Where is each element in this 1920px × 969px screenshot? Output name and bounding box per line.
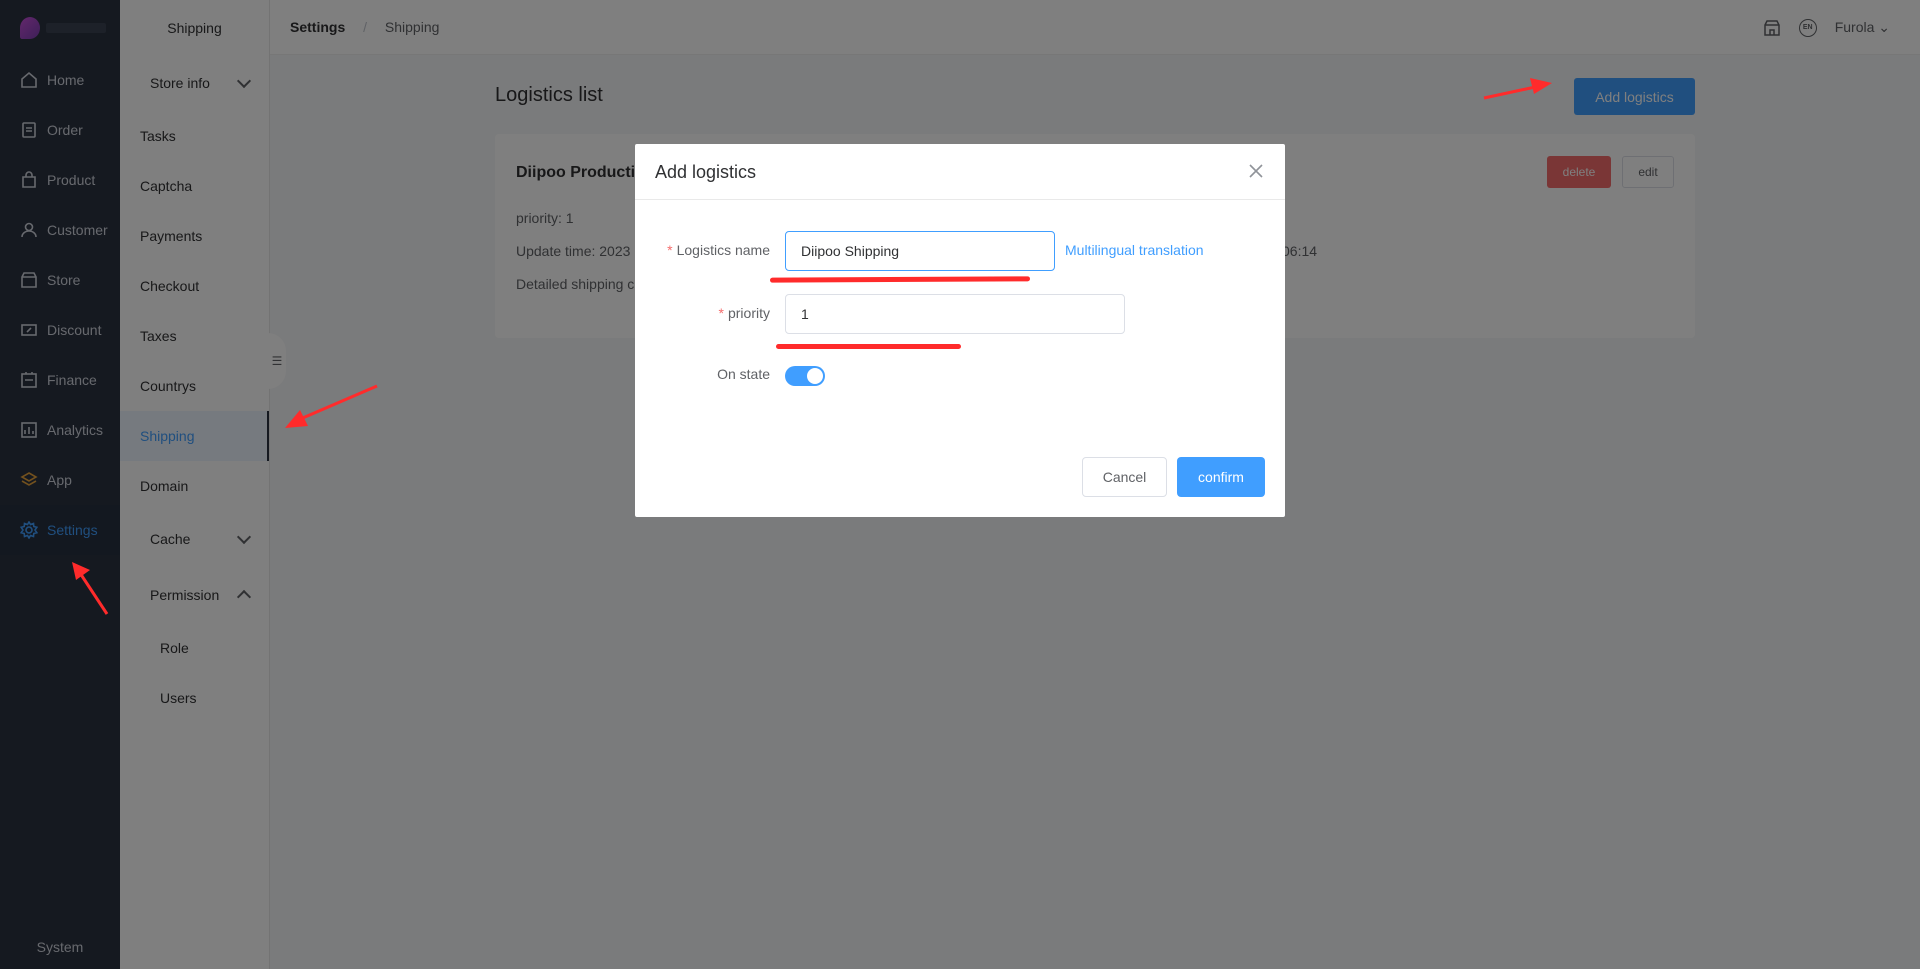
logistics-name-input[interactable]: [785, 231, 1055, 271]
close-icon[interactable]: [1247, 162, 1265, 180]
toggle-knob: [807, 368, 823, 384]
label-text: priority: [727, 305, 770, 321]
label-text: Logistics name: [676, 242, 770, 258]
multilingual-translation-link[interactable]: Multilingual translation: [1065, 242, 1204, 258]
add-logistics-dialog: Add logistics *Logistics name Multilingu…: [635, 144, 1285, 517]
dialog-title: Add logistics: [655, 162, 757, 182]
annotation-underline: [776, 344, 961, 349]
required-mark: *: [718, 305, 724, 321]
required-mark: *: [667, 242, 673, 258]
on-state-label: On state: [717, 366, 770, 382]
priority-input[interactable]: [785, 294, 1125, 334]
annotation-underline: [769, 276, 1031, 283]
confirm-button[interactable]: confirm: [1177, 457, 1265, 497]
logistics-name-label: * Logistics name: [630, 242, 770, 258]
cancel-button[interactable]: Cancel: [1082, 457, 1167, 497]
dialog-divider: [635, 199, 1285, 200]
priority-label: * priority: [630, 305, 770, 321]
on-state-toggle[interactable]: [785, 366, 825, 386]
